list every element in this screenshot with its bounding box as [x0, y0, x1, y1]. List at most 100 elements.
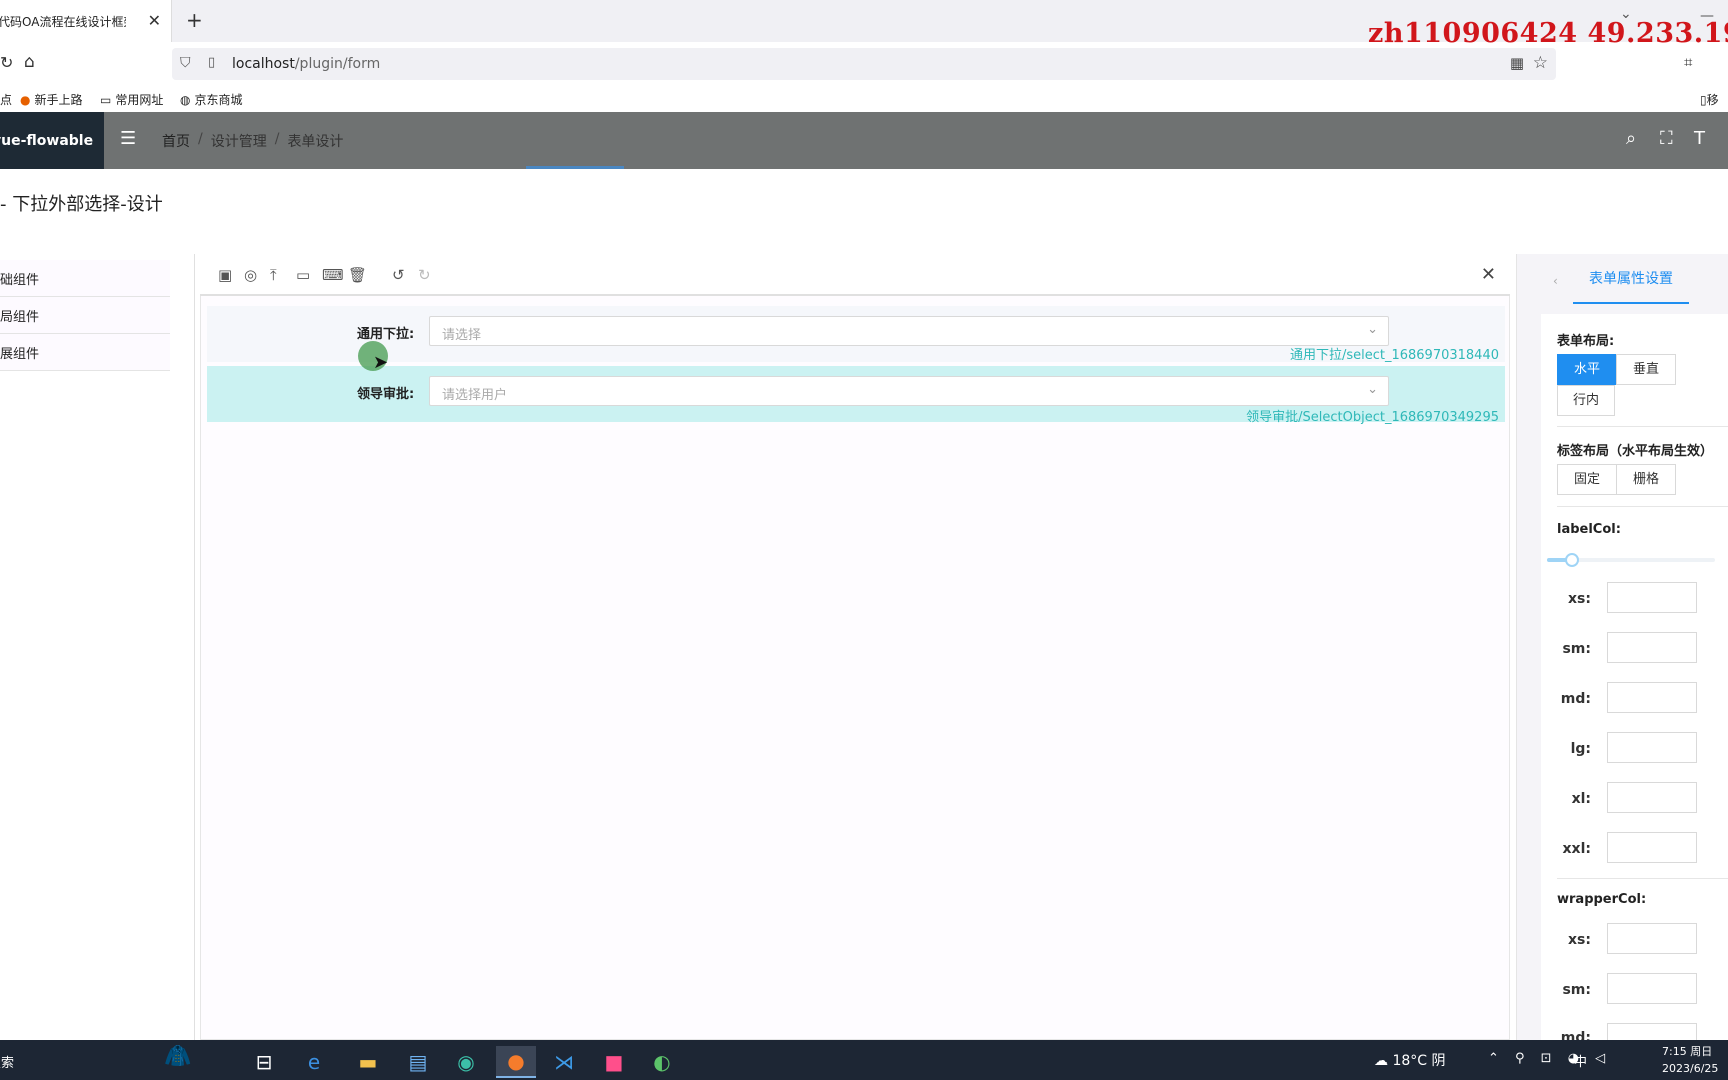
- labelcol-xxl-input[interactable]: [1607, 832, 1697, 863]
- new-tab-button[interactable]: +: [186, 8, 203, 32]
- chevron-down-icon: ⌄: [1367, 322, 1378, 337]
- app-header: vue-flowable ☰ 首页 / 设计管理 / 表单设计 ⌕ ⛶ T: [0, 112, 1728, 169]
- properties-panel: ‹ 表单属性设置 表单布局: 水平 垂直 行内 标签布局（水平布局生效） 固定 …: [1516, 254, 1728, 1054]
- labelcol-slider[interactable]: [1547, 553, 1715, 567]
- undo-icon[interactable]: ↺: [392, 266, 405, 284]
- task-view-icon[interactable]: ⊟: [244, 1046, 284, 1078]
- labelcol-md-input[interactable]: [1607, 682, 1697, 713]
- field-label: 领导审批:: [357, 387, 415, 402]
- divider: [1557, 506, 1728, 507]
- properties-tabs: ‹ 表单属性设置: [1517, 254, 1728, 304]
- weather-text: 18°C 阴: [1392, 1053, 1446, 1069]
- divider: [1557, 878, 1728, 879]
- weather-widget[interactable]: ☁ 18°C 阴: [1374, 1050, 1446, 1070]
- layout-vertical-button[interactable]: 垂直: [1616, 354, 1676, 385]
- label-layout-label: 标签布局（水平布局生效）: [1557, 444, 1714, 459]
- label-grid-button[interactable]: 栅格: [1616, 464, 1676, 495]
- firefox-icon[interactable]: ●: [496, 1046, 536, 1078]
- folder-icon: ▭: [100, 92, 112, 107]
- tab-form-properties[interactable]: 表单属性设置: [1573, 268, 1689, 304]
- wrappercol-xs-input[interactable]: [1607, 923, 1697, 954]
- breakpoint-label: sm:: [1562, 641, 1591, 657]
- chevron-down-icon: ⌄: [1367, 382, 1378, 397]
- labelcol-sm-input[interactable]: [1607, 632, 1697, 663]
- active-tab-indicator: [526, 166, 624, 169]
- menu-fold-icon[interactable]: ☰: [120, 128, 136, 149]
- vscode-icon[interactable]: ⋊: [544, 1046, 584, 1078]
- code-icon[interactable]: ⌨: [322, 266, 344, 284]
- address-bar[interactable]: ⛉ ▯ localhost/plugin/form ▦ ☆: [172, 48, 1556, 80]
- browser-tab[interactable]: 低代码OA流程在线设计框架 ✕: [0, 0, 172, 42]
- preview-icon[interactable]: ◎: [244, 266, 257, 284]
- browser-nav-bar: ↻ ⌂ ⛉ ▯ localhost/plugin/form ▦ ☆ ⌗: [0, 44, 1728, 84]
- upload-icon[interactable]: ⤒: [270, 266, 277, 284]
- layout-horizontal-button[interactable]: 水平: [1557, 354, 1617, 385]
- app-logo-text: vue-flowable: [0, 132, 94, 149]
- page-icon: ▯: [208, 55, 216, 70]
- close-icon[interactable]: ✕: [1481, 264, 1496, 285]
- bookmark-label: 点: [0, 93, 13, 107]
- breadcrumb-home[interactable]: 首页: [162, 131, 190, 151]
- breakpoint-label: xs:: [1568, 591, 1591, 607]
- reload-icon[interactable]: ↻: [0, 53, 13, 72]
- search-icon[interactable]: ⌕: [1626, 128, 1636, 149]
- bookmark-item[interactable]: ▭ 常用网址: [100, 91, 163, 108]
- label-fixed-button[interactable]: 固定: [1557, 464, 1617, 495]
- properties-body: 表单布局: 水平 垂直 行内 标签布局（水平布局生效） 固定 栅格 labelC…: [1541, 314, 1728, 1054]
- tray-icons[interactable]: ⌃ ⚲ ⊡ ◕ ◁: [1488, 1051, 1611, 1066]
- select-placeholder: 请选择: [442, 328, 482, 343]
- url-path: /plugin/form: [294, 56, 381, 72]
- qr-code-icon[interactable]: ▦: [1510, 54, 1524, 72]
- file-explorer-icon[interactable]: ▬: [348, 1046, 388, 1078]
- labelcol-lg-input[interactable]: [1607, 732, 1697, 763]
- card-icon[interactable]: ▭: [296, 266, 310, 284]
- home-icon[interactable]: ⌂: [24, 52, 35, 72]
- labelcol-xs-input[interactable]: [1607, 582, 1697, 613]
- edge-icon[interactable]: ◉: [446, 1046, 486, 1078]
- font-size-icon[interactable]: T: [1694, 128, 1705, 149]
- slider-handle[interactable]: [1565, 553, 1580, 567]
- breakpoint-label: xs:: [1568, 932, 1591, 948]
- clock-date: 2023/6/25: [1662, 1062, 1719, 1075]
- taskbar-search[interactable]: 搜索: [0, 1052, 14, 1071]
- people-icon[interactable]: 🧥: [164, 1044, 191, 1069]
- shield-icon[interactable]: ⛉: [180, 55, 191, 71]
- form-field-row-selected[interactable]: 领导审批: 请选择用户 ⌄ 领导审批/SelectObject_16869703…: [207, 366, 1505, 425]
- taskbar-clock[interactable]: 7:15 周日 2023/6/25: [1662, 1043, 1728, 1077]
- sync-app-icon[interactable]: ◐: [642, 1046, 682, 1078]
- palette-basic-components[interactable]: 基础组件: [0, 260, 170, 297]
- ime-indicator[interactable]: 中: [1574, 1051, 1587, 1070]
- layout-inline-button[interactable]: 行内: [1557, 385, 1615, 416]
- delete-icon[interactable]: 🗑: [348, 266, 367, 284]
- mobile-bookmark[interactable]: ▯移: [1700, 91, 1719, 108]
- breakpoint-label: sm:: [1562, 982, 1591, 998]
- leader-approval-select[interactable]: 请选择用户 ⌄: [429, 376, 1389, 406]
- ie-icon[interactable]: e: [294, 1046, 334, 1078]
- form-field-row[interactable]: 通用下拉: 请选择 ⌄ 通用下拉/select_1686970318440: [207, 306, 1505, 363]
- breadcrumb-separator: /: [274, 131, 280, 147]
- url-text[interactable]: localhost/plugin/form: [232, 56, 380, 72]
- bookmark-item[interactable]: ● 新手上路: [20, 91, 83, 108]
- url-host: localhost: [232, 56, 295, 72]
- bookmark-item[interactable]: 点: [0, 91, 12, 108]
- palette-label: 布局组件: [0, 309, 40, 325]
- windows-taskbar: 搜索 🧥 ⊟ e ▬ ▤ ◉ ● ⋊ ■ ◐ ☁ 18°C 阴 ⌃ ⚲ ⊡ ◕ …: [0, 1040, 1728, 1080]
- wrappercol-sm-input[interactable]: [1607, 973, 1697, 1004]
- general-select[interactable]: 请选择 ⌄: [429, 316, 1389, 346]
- redo-icon[interactable]: ↻: [418, 266, 431, 284]
- breadcrumb-design-manage[interactable]: 设计管理: [211, 131, 267, 151]
- palette-label: 基础组件: [0, 272, 40, 288]
- intellij-icon[interactable]: ■: [594, 1046, 634, 1078]
- star-icon[interactable]: ☆: [1533, 53, 1548, 73]
- palette-layout-components[interactable]: 布局组件: [0, 297, 170, 334]
- crop-icon[interactable]: ⌗: [1684, 53, 1692, 71]
- labelcol-xl-input[interactable]: [1607, 782, 1697, 813]
- palette-extend-components[interactable]: 扩展组件: [0, 334, 170, 371]
- chevron-left-icon[interactable]: ‹: [1553, 274, 1558, 288]
- fullscreen-icon[interactable]: ⛶: [1660, 128, 1673, 149]
- save-icon[interactable]: ▣: [218, 266, 232, 284]
- breakpoint-label: xxl:: [1562, 841, 1591, 857]
- bookmark-item[interactable]: ◍ 京东商城: [180, 91, 243, 108]
- store-icon[interactable]: ▤: [398, 1046, 438, 1078]
- close-tab-icon[interactable]: ✕: [148, 11, 161, 30]
